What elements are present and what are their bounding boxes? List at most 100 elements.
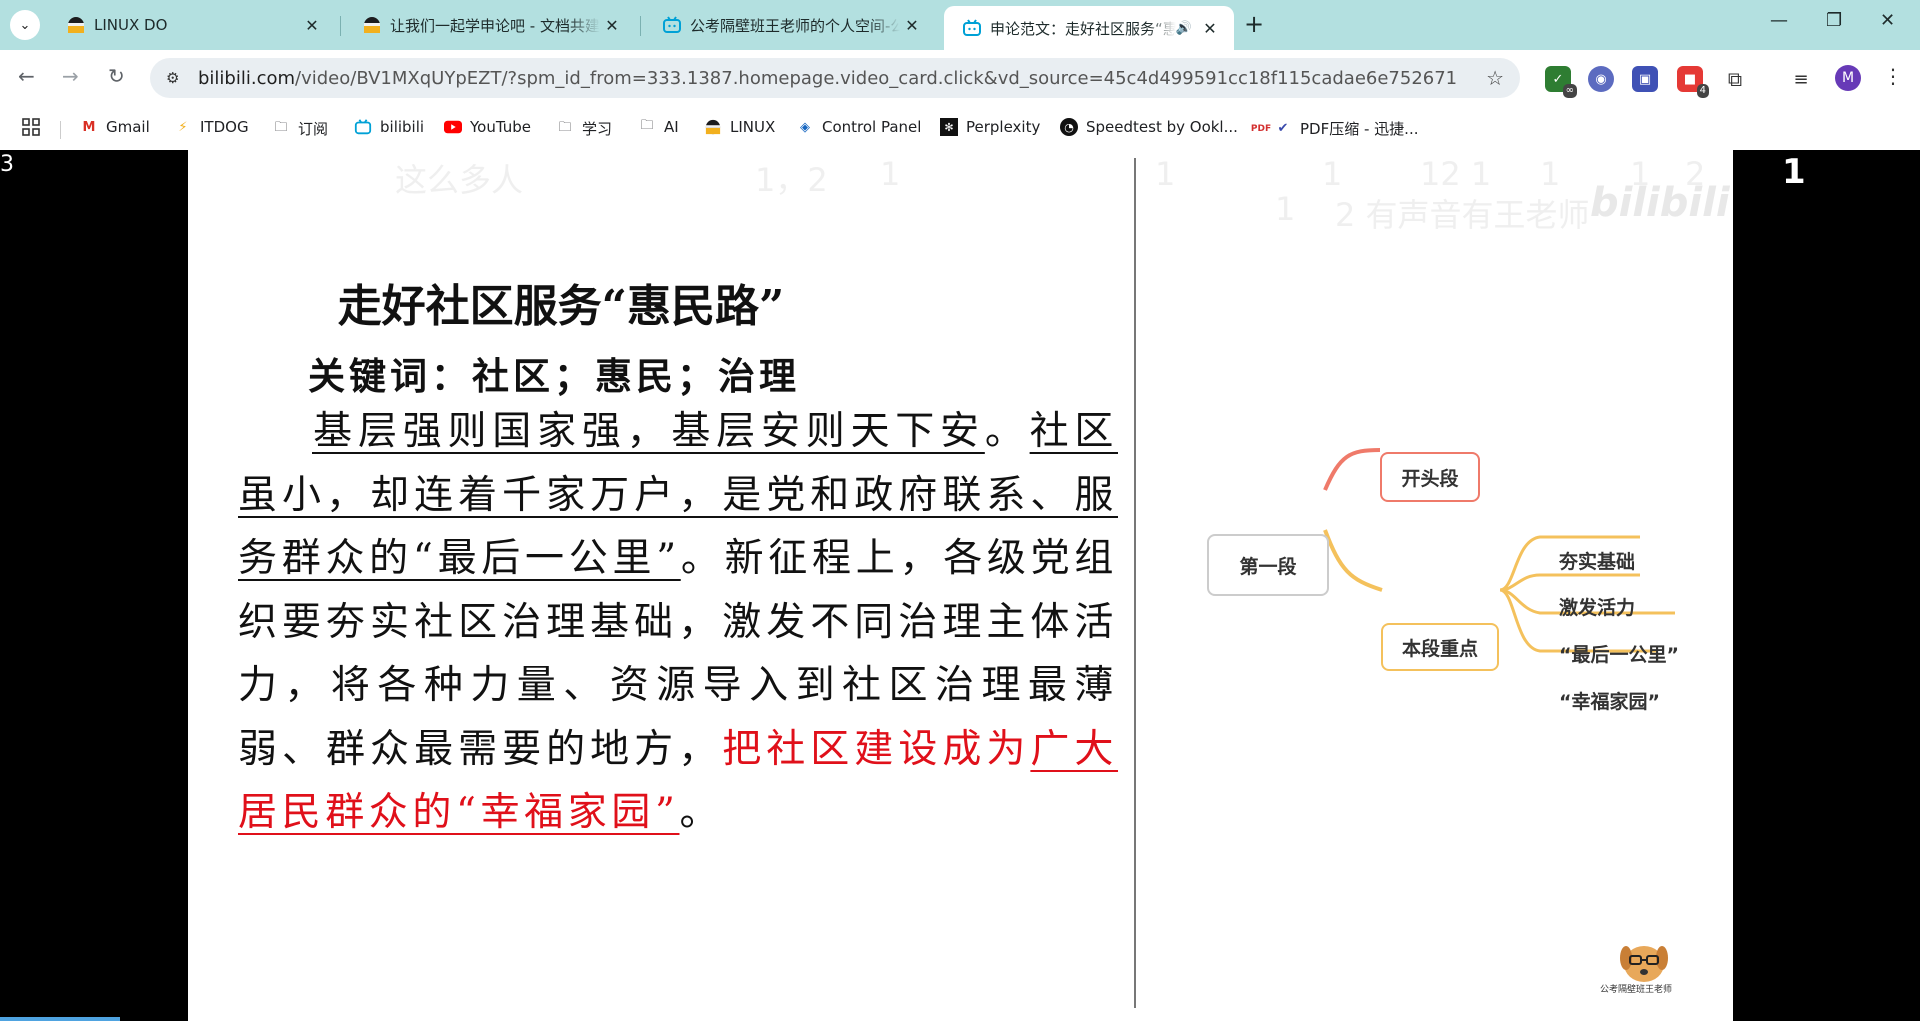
bookmark-linux[interactable]: LINUX: [704, 118, 775, 136]
tab-title: LINUX DO: [94, 16, 168, 34]
tab-linux-do[interactable]: LINUX DO ✕: [48, 6, 336, 44]
bookmark-control-panel[interactable]: ◈ Control Panel: [796, 118, 921, 136]
tab-teacher-space[interactable]: 公考隔壁班王老师的个人空间-公考隔壁班王老师个人主页 ✕: [644, 6, 936, 44]
danmaku-comment: 12 1: [1420, 155, 1492, 193]
tab-search-button[interactable]: ⌄: [10, 10, 40, 40]
mindmap-leaf: “最后一公里”: [1559, 644, 1679, 666]
media-control-icon[interactable]: ≡: [1788, 66, 1814, 92]
danmaku-comment: 1: [1540, 155, 1561, 193]
video-player[interactable]: 3 这么多人 1，2 1 1 1 12 1 1 1 2 1 2 有声音有王老师 …: [0, 150, 1920, 1021]
linuxdo-icon: [362, 15, 382, 35]
extensions-puzzle-icon[interactable]: ⧉: [1722, 66, 1748, 92]
bookmark-speedtest[interactable]: ◔ Speedtest by Ookl...: [1060, 118, 1238, 136]
danmaku-comment: 2 有声音有王老师: [1335, 196, 1590, 234]
bookmark-label: Control Panel: [822, 118, 922, 136]
mindmap-leaf: 夯实基础: [1559, 551, 1636, 573]
reload-icon[interactable]: ↻: [108, 64, 125, 88]
close-window-button[interactable]: ✕: [1880, 10, 1895, 31]
new-tab-button[interactable]: +: [1244, 10, 1264, 38]
mindmap-branch-focus: 本段重点: [1381, 623, 1499, 671]
tab-separator: [640, 16, 641, 36]
bilibili-icon: [354, 118, 372, 136]
bookmark-itdog[interactable]: ⚡ ITDOG: [174, 118, 248, 136]
bookmark-star-icon[interactable]: ☆: [1486, 66, 1504, 90]
essay-title: 走好社区服务“惠民路”: [337, 281, 785, 332]
extension-bot-icon[interactable]: ◉: [1588, 66, 1614, 92]
bookmark-label: Gmail: [106, 118, 150, 136]
mindmap-leaf: “幸福家园”: [1559, 691, 1660, 713]
bookmark-gmail[interactable]: M Gmail: [80, 118, 150, 136]
bookmarks-bar: M Gmail ⚡ ITDOG 🗀 订阅 bilibili YouTube 🗀 学习 🗀…: [0, 108, 1920, 150]
tab-current-video[interactable]: 申论范文：走好社区服务“惠民路” 🔊 ✕: [944, 6, 1234, 50]
tab-shenlun-docs[interactable]: 让我们一起学申论吧 - 文档共建 ✕: [344, 6, 636, 44]
video-progress-bar[interactable]: [0, 1017, 120, 1021]
bookmark-label: 学习: [582, 120, 613, 138]
bilibili-icon: [662, 15, 682, 35]
gmail-icon: M: [82, 119, 96, 135]
underlined-sentence: 基层强则国家强，基层安则天下安: [312, 409, 985, 454]
extension-badge: ∞: [1562, 84, 1577, 98]
essay-keywords: 关键词：社区；惠民；治理: [308, 354, 800, 398]
bookmark-folder-study[interactable]: 🗀 学习: [556, 118, 612, 139]
extension-chat-icon[interactable]: ▣: [1632, 66, 1658, 92]
tab-title: 申论范文：走好社区服务“惠民路”: [990, 19, 1176, 38]
bookmark-label: AI: [664, 118, 679, 136]
essay-paragraph: 基层强则国家强，基层安则天下安。社区虽小，却连着千家万户，是党和政府联系、服务群…: [238, 400, 1118, 845]
checkmark-icon: ✔: [1277, 121, 1289, 136]
folder-icon: 🗀: [558, 119, 572, 135]
close-icon[interactable]: ✕: [600, 16, 624, 35]
folder-icon: 🗀: [640, 118, 654, 133]
linuxdo-icon: [704, 118, 722, 136]
tab-strip: ⌄ LINUX DO ✕ 让我们一起学申论吧 - 文档共建 ✕ 公考隔壁班王老师…: [0, 0, 1920, 50]
bookmark-label: 订阅: [298, 120, 329, 138]
extension-red-icon[interactable]: ■ 4: [1677, 66, 1709, 98]
bookmark-label: PDF压缩 - 迅捷...: [1300, 120, 1419, 138]
itdog-icon: ⚡: [178, 119, 188, 135]
url-text: bilibili.com/video/BV1MXqUYpEZT/?spm_id_…: [198, 68, 1457, 89]
bookmark-label: YouTube: [470, 118, 531, 136]
profile-avatar[interactable]: M: [1835, 65, 1861, 91]
restore-button[interactable]: ❐: [1826, 10, 1842, 31]
text-run: 。: [679, 790, 724, 835]
bookmark-youtube[interactable]: YouTube: [444, 118, 531, 136]
menu-kebab-icon[interactable]: ⋮: [1883, 64, 1903, 88]
control-panel-icon: ◈: [800, 119, 810, 135]
apps-grid-icon[interactable]: [22, 118, 40, 136]
extension-shield-icon[interactable]: ✓ ∞: [1545, 66, 1577, 98]
mindmap-branch-opening: 开头段: [1380, 452, 1480, 502]
site-info-icon[interactable]: ⚙: [166, 69, 186, 87]
back-arrow-icon[interactable]: ←: [18, 64, 35, 88]
bookmark-folder-subscriptions[interactable]: 🗀 订阅: [272, 118, 328, 139]
close-icon[interactable]: ✕: [300, 16, 324, 35]
address-bar[interactable]: ⚙ bilibili.com/video/BV1MXqUYpEZT/?spm_i…: [150, 58, 1520, 98]
bookmark-label: Perplexity: [966, 118, 1041, 136]
tab-separator: [340, 16, 341, 36]
extension-badge: 4: [1696, 84, 1709, 98]
url-path: /video/BV1MXqUYpEZT/?spm_id_from=333.138…: [295, 67, 1458, 89]
minimize-button[interactable]: —: [1770, 10, 1788, 31]
close-icon[interactable]: ✕: [1198, 19, 1222, 38]
danmaku-comment: 1: [1322, 155, 1343, 193]
bookmark-folder-ai[interactable]: 🗀 AI: [638, 118, 679, 136]
danmaku-comment: 1: [1155, 155, 1176, 193]
mascot-caption: 公考隔壁班王老师: [1600, 985, 1673, 995]
bookmark-perplexity[interactable]: ✻ Perplexity: [940, 118, 1040, 136]
folder-icon: 🗀: [274, 119, 288, 135]
linuxdo-icon: [66, 15, 86, 35]
bookmarks-separator: [60, 121, 61, 139]
slide-divider: [1134, 158, 1136, 1008]
forward-arrow-icon[interactable]: →: [62, 64, 79, 88]
bookmark-pdf[interactable]: PDF ✔ PDF压缩 - 迅捷...: [1251, 118, 1419, 139]
bookmark-bilibili[interactable]: bilibili: [354, 118, 424, 136]
video-edge-text: 3: [0, 152, 14, 177]
highlight-text: 把社区建设成为: [722, 726, 1031, 772]
close-icon[interactable]: ✕: [900, 16, 924, 35]
danmaku-comment: 这么多人: [395, 161, 524, 199]
plus-icon: +: [1244, 10, 1265, 38]
speedtest-icon: ◔: [1060, 118, 1078, 136]
mindmap-leaf: 激发活力: [1559, 597, 1636, 619]
tab-title: 公考隔壁班王老师的个人空间-公考隔壁班王老师个人主页: [690, 16, 900, 35]
chevron-down-icon: ⌄: [19, 17, 31, 33]
mindmap-root-node: 第一段: [1207, 534, 1329, 596]
speaker-icon[interactable]: 🔊: [1176, 21, 1192, 36]
